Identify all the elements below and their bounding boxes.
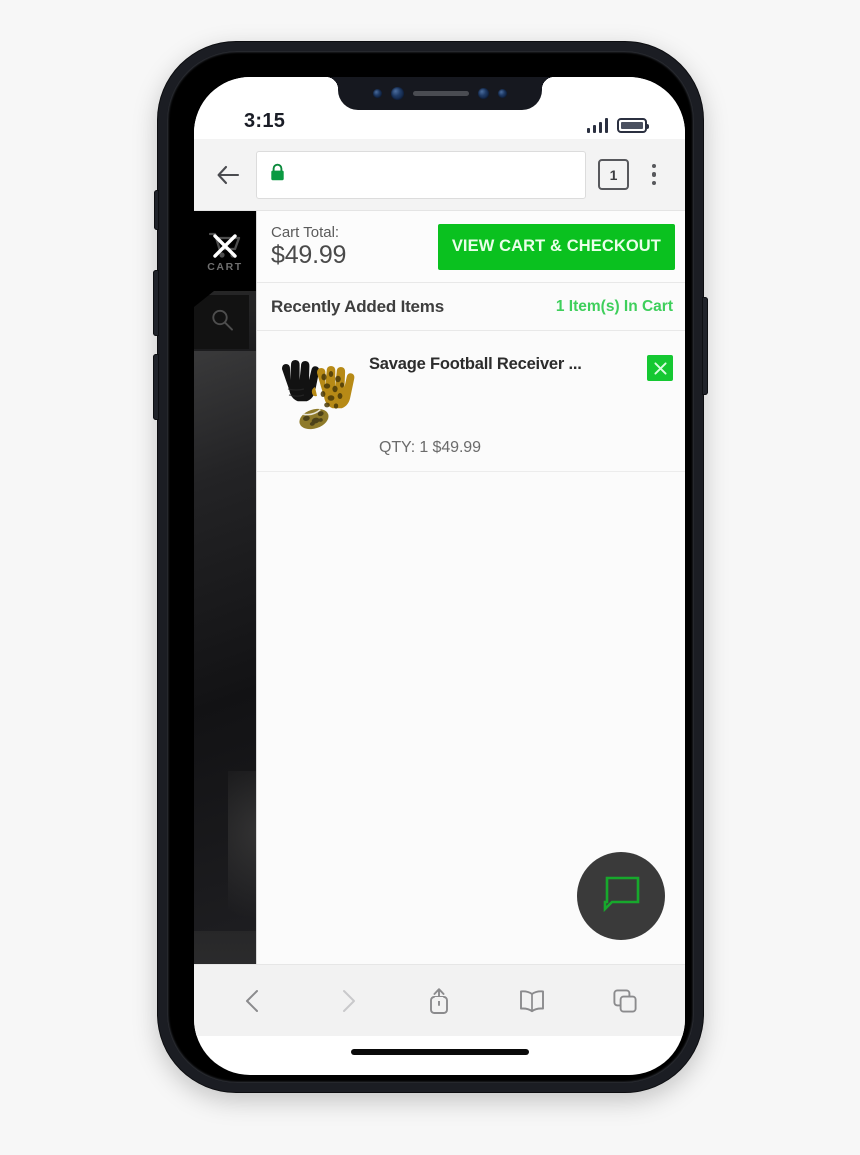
phone-screen: 3:15 1 CART Cart Total: $49.99 VIEW CART… xyxy=(194,77,685,1075)
browser-address-bar: 1 xyxy=(194,139,685,211)
url-input[interactable] xyxy=(294,166,573,183)
more-vertical-icon[interactable] xyxy=(637,155,671,195)
cart-glyph xyxy=(205,229,245,263)
cart-item-name[interactable]: Savage Football Receiver ... xyxy=(369,343,637,375)
tab-count-button[interactable]: 1 xyxy=(598,159,629,190)
search-magnifier-icon xyxy=(209,307,235,338)
sensor-dot-icon xyxy=(372,89,382,98)
volume-down-button[interactable] xyxy=(153,354,159,420)
cart-item-qty-price: QTY: 1 $49.99 xyxy=(379,439,481,456)
device-notch xyxy=(325,77,554,110)
phone-frame: 3:15 1 CART Cart Total: $49.99 VIEW CART… xyxy=(153,42,708,1092)
mute-switch[interactable] xyxy=(154,190,159,230)
chat-bubble-icon xyxy=(601,875,641,918)
chevron-right-icon xyxy=(319,977,375,1025)
face-id-sensor-icon xyxy=(477,88,489,99)
recently-added-title: Recently Added Items xyxy=(271,296,444,316)
share-upload-icon[interactable] xyxy=(411,977,467,1025)
status-indicators xyxy=(586,118,649,133)
cart-total-label: Cart Total: xyxy=(271,223,340,241)
remove-item-button[interactable] xyxy=(647,355,673,381)
speaker-grille-icon xyxy=(412,91,469,96)
padlock-secure-icon xyxy=(269,163,286,187)
cart-total-value: $49.99 xyxy=(271,240,347,269)
cart-item-row: Savage Football Receiver ... QTY: 1 $49.… xyxy=(257,331,685,472)
recently-added-header: Recently Added Items 1 Item(s) In Cart xyxy=(257,283,685,331)
view-cart-checkout-button[interactable]: VIEW CART & CHECKOUT xyxy=(437,223,675,270)
cart-item-top: Savage Football Receiver ... xyxy=(269,343,673,433)
sidebar-item-cart[interactable]: CART xyxy=(194,211,256,307)
proximity-sensor-icon xyxy=(497,89,507,98)
copy-tabs-icon[interactable] xyxy=(597,977,653,1025)
status-time: 3:15 xyxy=(244,110,286,132)
sidebar-rail: CART xyxy=(194,211,256,964)
chat-support-button[interactable] xyxy=(577,852,665,940)
browser-bottom-toolbar xyxy=(194,964,685,1036)
cart-drawer-panel: Cart Total: $49.99 VIEW CART & CHECKOUT … xyxy=(256,211,685,964)
web-page-viewport: CART Cart Total: $49.99 VIEW CART & CHEC… xyxy=(194,211,685,964)
signal-bars-icon xyxy=(586,118,608,133)
volume-up-button[interactable] xyxy=(153,270,159,336)
items-in-cart-count: 1 Item(s) In Cart xyxy=(555,297,673,315)
cart-total-row: Cart Total: $49.99 VIEW CART & CHECKOUT xyxy=(257,211,685,283)
power-button[interactable] xyxy=(702,297,708,395)
status-bar: 3:15 xyxy=(194,77,685,139)
chevron-left-icon[interactable] xyxy=(226,977,282,1025)
football-gloves-product-image[interactable] xyxy=(269,343,359,433)
phone-bezel: 3:15 1 CART Cart Total: $49.99 VIEW CART… xyxy=(167,51,694,1083)
front-camera-icon xyxy=(390,87,404,100)
url-field[interactable] xyxy=(256,150,586,199)
book-open-icon[interactable] xyxy=(504,977,560,1025)
close-x-icon xyxy=(211,232,239,265)
home-indicator[interactable] xyxy=(350,1049,529,1055)
battery-icon xyxy=(617,118,649,133)
back-arrow-icon[interactable] xyxy=(208,155,248,195)
cart-total-block: Cart Total: $49.99 xyxy=(271,224,346,270)
